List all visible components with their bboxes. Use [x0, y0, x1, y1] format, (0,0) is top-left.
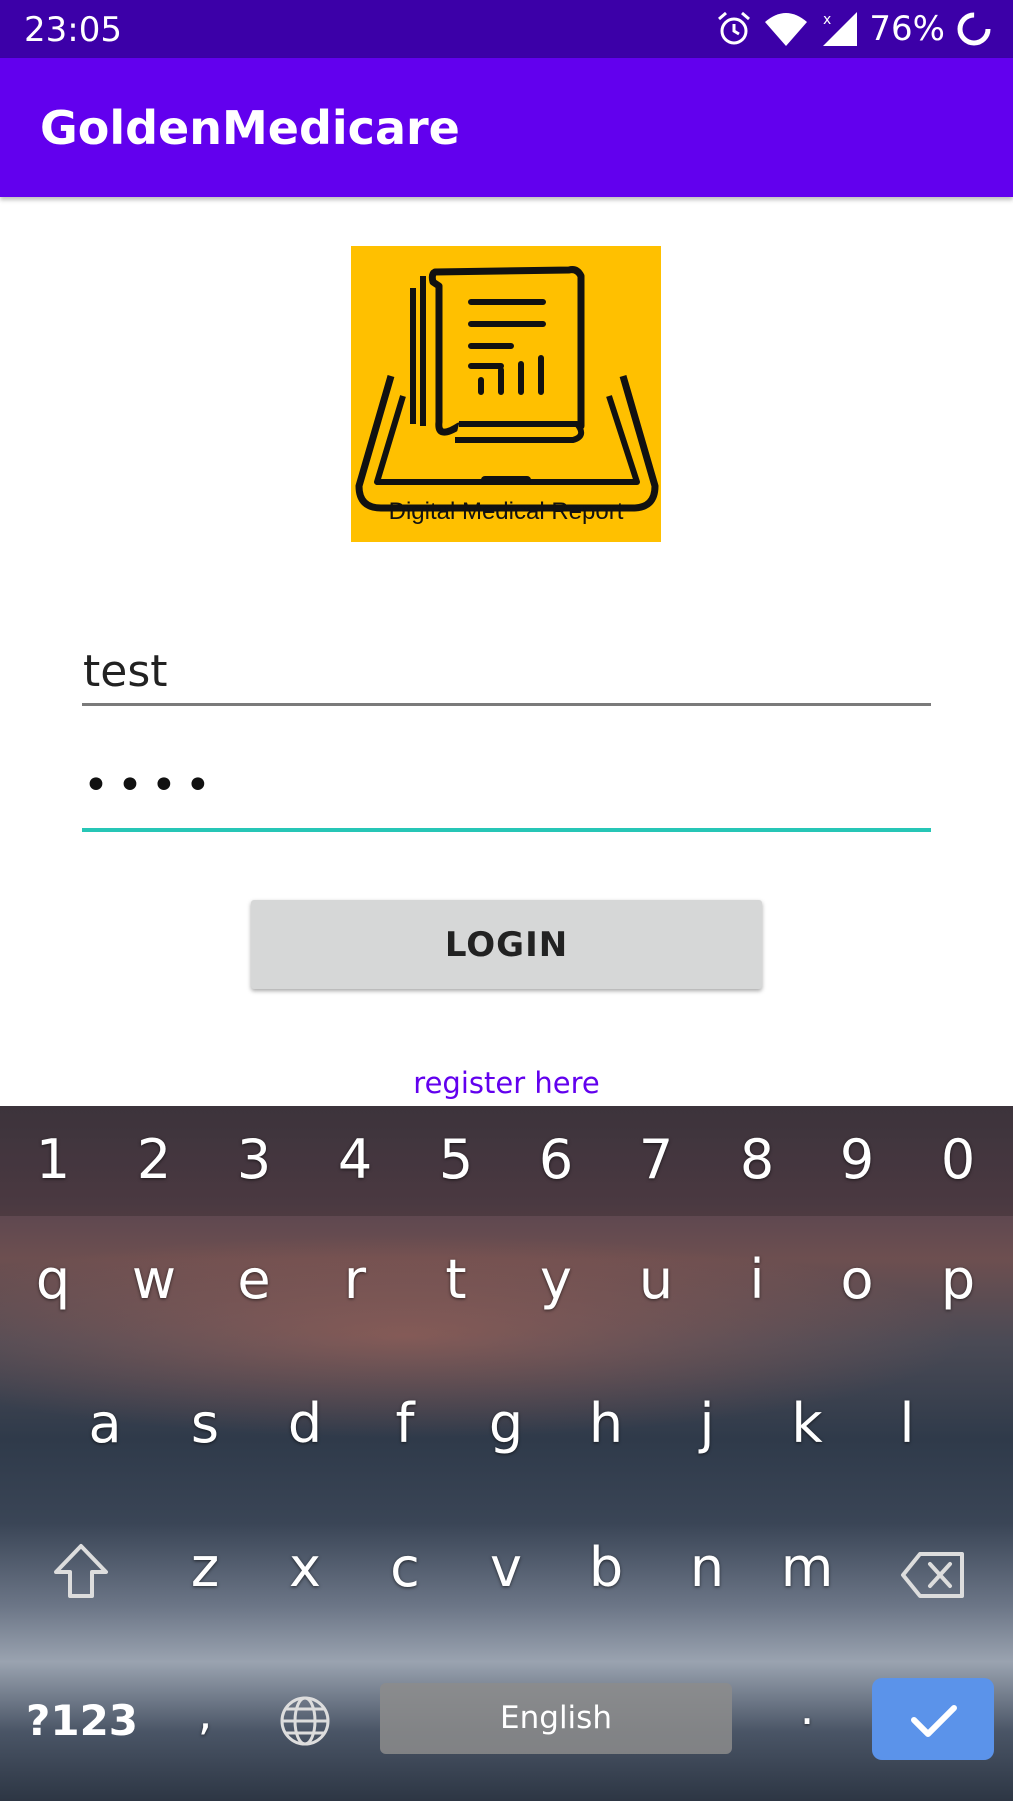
key-4[interactable]: 4	[305, 1128, 405, 1191]
password-value: ••••	[83, 760, 219, 811]
key-v[interactable]: v	[456, 1536, 556, 1599]
period-key[interactable]: .	[757, 1681, 857, 1735]
key-q[interactable]: q	[3, 1248, 103, 1311]
shift-icon[interactable]	[50, 1542, 112, 1600]
app-bar: GoldenMedicare	[0, 58, 1013, 197]
key-d[interactable]: d	[255, 1392, 355, 1455]
key-u[interactable]: u	[606, 1248, 706, 1311]
key-j[interactable]: j	[657, 1392, 757, 1455]
globe-icon[interactable]	[278, 1694, 332, 1748]
key-e[interactable]: e	[204, 1248, 304, 1311]
key-i[interactable]: i	[707, 1248, 807, 1311]
backspace-icon[interactable]	[900, 1550, 966, 1600]
key-x[interactable]: x	[255, 1536, 355, 1599]
key-9[interactable]: 9	[807, 1128, 907, 1191]
key-a[interactable]: a	[55, 1392, 155, 1455]
key-o[interactable]: o	[807, 1248, 907, 1311]
svg-text:x: x	[823, 12, 831, 28]
key-8[interactable]: 8	[707, 1128, 807, 1191]
key-3[interactable]: 3	[204, 1128, 304, 1191]
key-p[interactable]: p	[908, 1248, 1008, 1311]
space-key[interactable]: English	[380, 1683, 732, 1754]
wifi-icon	[765, 13, 808, 46]
key-g[interactable]: g	[456, 1392, 556, 1455]
key-h[interactable]: h	[556, 1392, 656, 1455]
key-z[interactable]: z	[155, 1536, 255, 1599]
key-5[interactable]: 5	[406, 1128, 506, 1191]
alarm-icon	[718, 11, 751, 45]
key-s[interactable]: s	[155, 1392, 255, 1455]
key-6[interactable]: 6	[506, 1128, 606, 1191]
key-b[interactable]: b	[556, 1536, 656, 1599]
key-7[interactable]: 7	[606, 1128, 706, 1191]
key-y[interactable]: y	[506, 1248, 606, 1311]
key-c[interactable]: c	[355, 1536, 455, 1599]
key-2[interactable]: 2	[104, 1128, 204, 1191]
battery-percent: 76%	[869, 9, 945, 49]
signal-no-data-icon: x	[823, 12, 858, 46]
status-icons: x 76%	[715, 8, 993, 50]
app-title: GoldenMedicare	[40, 101, 460, 155]
soft-keyboard: 1 2 3 4 5 6 7 8 9 0 q w e r t y u i o p …	[0, 1106, 1013, 1801]
key-n[interactable]: n	[657, 1536, 757, 1599]
login-button[interactable]: LOGIN	[251, 900, 762, 989]
key-r[interactable]: r	[305, 1248, 405, 1311]
key-f[interactable]: f	[355, 1392, 455, 1455]
key-w[interactable]: w	[104, 1248, 204, 1311]
key-k[interactable]: k	[757, 1392, 857, 1455]
comma-key[interactable]: ,	[155, 1686, 255, 1740]
checkmark-icon	[911, 1705, 957, 1737]
key-l[interactable]: l	[857, 1392, 957, 1455]
username-field[interactable]: test	[82, 640, 931, 706]
logo-caption: Digital Medical Report	[388, 498, 624, 525]
enter-key[interactable]	[872, 1678, 994, 1760]
key-m[interactable]: m	[757, 1536, 857, 1599]
username-value: test	[83, 646, 168, 697]
status-bar: 23:05 x 76%	[0, 0, 1013, 58]
status-time: 23:05	[24, 10, 122, 50]
key-1[interactable]: 1	[3, 1128, 103, 1191]
symbols-key[interactable]: ?123	[26, 1696, 138, 1745]
app-logo: Digital Medical Report	[351, 246, 661, 542]
battery-ring-icon	[957, 12, 991, 46]
key-0[interactable]: 0	[908, 1128, 1008, 1191]
password-field[interactable]: ••••	[82, 760, 931, 832]
register-link[interactable]: register here	[0, 1066, 1013, 1100]
key-t[interactable]: t	[406, 1248, 506, 1311]
